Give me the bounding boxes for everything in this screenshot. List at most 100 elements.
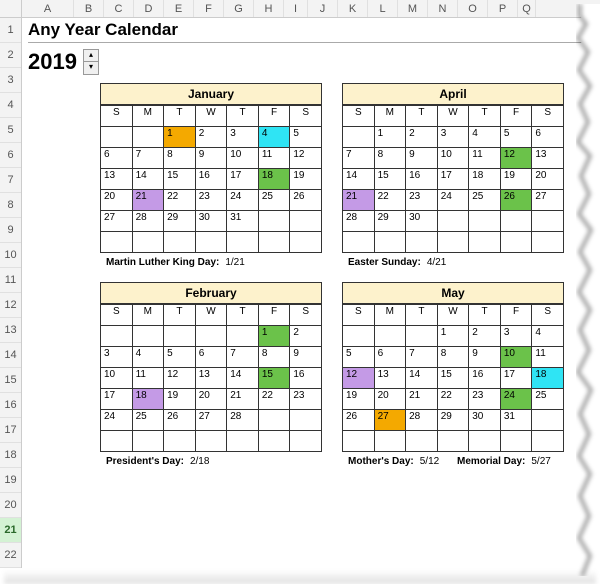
day-cell[interactable]: 24: [500, 389, 532, 410]
day-cell[interactable]: [132, 232, 164, 253]
day-cell[interactable]: [469, 431, 501, 452]
day-cell[interactable]: [343, 127, 375, 148]
day-cell[interactable]: [132, 326, 164, 347]
day-cell[interactable]: 17: [437, 169, 469, 190]
row-header[interactable]: 17: [0, 418, 21, 443]
day-cell[interactable]: [500, 211, 532, 232]
row-header[interactable]: 19: [0, 468, 21, 493]
day-cell[interactable]: [258, 232, 290, 253]
day-cell[interactable]: 2: [195, 127, 227, 148]
day-cell[interactable]: 14: [227, 368, 259, 389]
column-header[interactable]: P: [488, 0, 518, 17]
day-cell[interactable]: 18: [469, 169, 501, 190]
column-header[interactable]: C: [104, 0, 134, 17]
row-header[interactable]: 13: [0, 318, 21, 343]
day-cell[interactable]: 20: [195, 389, 227, 410]
day-cell[interactable]: 23: [290, 389, 322, 410]
day-cell[interactable]: [227, 232, 259, 253]
day-cell[interactable]: [258, 431, 290, 452]
day-cell[interactable]: 2: [469, 326, 501, 347]
day-cell[interactable]: 14: [406, 368, 438, 389]
day-cell[interactable]: 12: [500, 148, 532, 169]
row-header[interactable]: 7: [0, 168, 21, 193]
day-cell[interactable]: 16: [406, 169, 438, 190]
day-cell[interactable]: 8: [164, 148, 196, 169]
day-cell[interactable]: [290, 232, 322, 253]
day-cell[interactable]: 11: [132, 368, 164, 389]
day-cell[interactable]: 24: [101, 410, 133, 431]
day-cell[interactable]: 28: [132, 211, 164, 232]
day-cell[interactable]: 10: [227, 148, 259, 169]
row-header[interactable]: 15: [0, 368, 21, 393]
day-cell[interactable]: 11: [469, 148, 501, 169]
day-cell[interactable]: [101, 326, 133, 347]
day-cell[interactable]: 6: [195, 347, 227, 368]
day-cell[interactable]: [406, 232, 438, 253]
day-cell[interactable]: 7: [343, 148, 375, 169]
day-cell[interactable]: 1: [258, 326, 290, 347]
day-cell[interactable]: [500, 232, 532, 253]
day-cell[interactable]: 4: [132, 347, 164, 368]
day-cell[interactable]: 4: [258, 127, 290, 148]
day-cell[interactable]: 28: [343, 211, 375, 232]
day-cell[interactable]: [343, 326, 375, 347]
day-cell[interactable]: [437, 232, 469, 253]
row-header[interactable]: 6: [0, 143, 21, 168]
day-cell[interactable]: [532, 431, 564, 452]
row-header[interactable]: 12: [0, 293, 21, 318]
day-cell[interactable]: 12: [343, 368, 375, 389]
day-cell[interactable]: [469, 211, 501, 232]
day-cell[interactable]: [500, 431, 532, 452]
row-header[interactable]: 4: [0, 93, 21, 118]
day-cell[interactable]: 29: [164, 211, 196, 232]
day-cell[interactable]: 25: [258, 190, 290, 211]
day-cell[interactable]: 20: [101, 190, 133, 211]
day-cell[interactable]: [132, 127, 164, 148]
day-cell[interactable]: [406, 431, 438, 452]
row-header[interactable]: 1: [0, 18, 21, 43]
day-cell[interactable]: 6: [532, 127, 564, 148]
day-cell[interactable]: [164, 431, 196, 452]
row-header[interactable]: 18: [0, 443, 21, 468]
day-cell[interactable]: 21: [343, 190, 375, 211]
day-cell[interactable]: [290, 211, 322, 232]
column-header[interactable]: E: [164, 0, 194, 17]
day-cell[interactable]: [469, 232, 501, 253]
day-cell[interactable]: 5: [343, 347, 375, 368]
day-cell[interactable]: 25: [469, 190, 501, 211]
day-cell[interactable]: 17: [500, 368, 532, 389]
column-header[interactable]: M: [398, 0, 428, 17]
day-cell[interactable]: [195, 326, 227, 347]
day-cell[interactable]: [532, 232, 564, 253]
day-cell[interactable]: 19: [500, 169, 532, 190]
day-cell[interactable]: 21: [406, 389, 438, 410]
day-cell[interactable]: [290, 431, 322, 452]
day-cell[interactable]: 24: [227, 190, 259, 211]
day-cell[interactable]: 14: [343, 169, 375, 190]
day-cell[interactable]: [374, 431, 406, 452]
day-cell[interactable]: 13: [195, 368, 227, 389]
day-cell[interactable]: [290, 410, 322, 431]
day-cell[interactable]: 19: [343, 389, 375, 410]
day-cell[interactable]: 13: [532, 148, 564, 169]
day-cell[interactable]: 11: [258, 148, 290, 169]
day-cell[interactable]: 12: [290, 148, 322, 169]
day-cell[interactable]: 9: [290, 347, 322, 368]
day-cell[interactable]: 20: [374, 389, 406, 410]
day-cell[interactable]: 4: [469, 127, 501, 148]
day-cell[interactable]: 16: [290, 368, 322, 389]
spinner-down-button[interactable]: ▾: [84, 62, 98, 74]
day-cell[interactable]: [406, 326, 438, 347]
day-cell[interactable]: [258, 410, 290, 431]
day-cell[interactable]: 9: [469, 347, 501, 368]
day-cell[interactable]: 6: [374, 347, 406, 368]
day-cell[interactable]: [532, 410, 564, 431]
day-cell[interactable]: 27: [195, 410, 227, 431]
day-cell[interactable]: 15: [258, 368, 290, 389]
row-header[interactable]: 10: [0, 243, 21, 268]
day-cell[interactable]: 28: [227, 410, 259, 431]
day-cell[interactable]: 3: [101, 347, 133, 368]
day-cell[interactable]: 8: [374, 148, 406, 169]
day-cell[interactable]: 23: [469, 389, 501, 410]
day-cell[interactable]: 29: [437, 410, 469, 431]
